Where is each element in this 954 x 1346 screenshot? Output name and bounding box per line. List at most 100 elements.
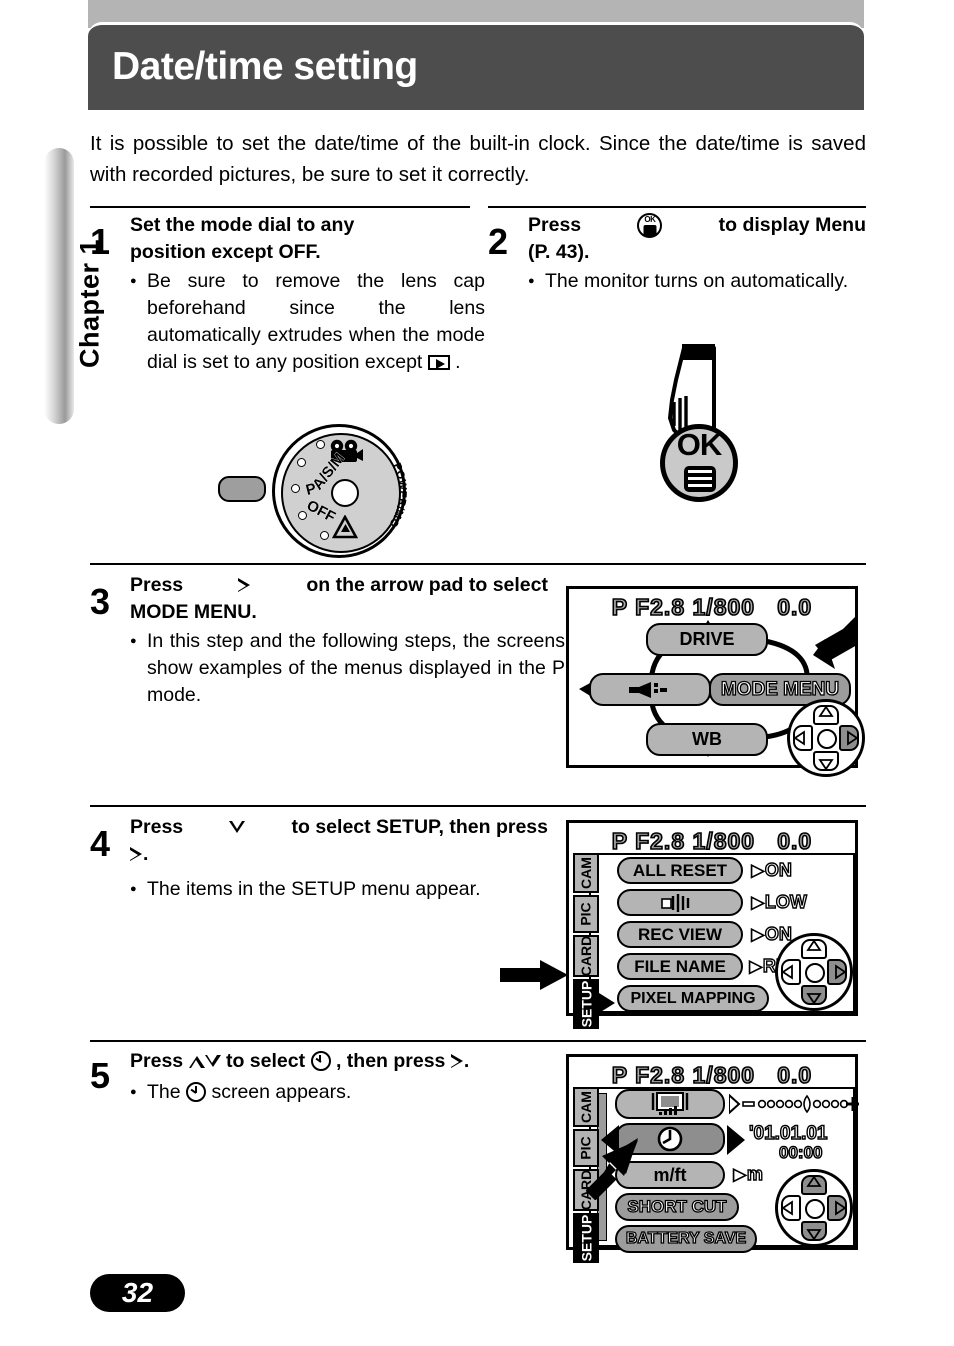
step-3-title-line1: Press on the arrow pad to select [130, 572, 548, 599]
step-3-title-b: on the arrow pad to select [306, 574, 548, 596]
lcd4-value-all-reset: ▷ON [751, 859, 793, 880]
lcd4-tab-pic-label: PIC [578, 902, 594, 926]
lcd-screen-step4: P F2.8 1/800 0.0 CAM PIC CARD SETUP ALL … [566, 820, 858, 1029]
arrow-right-icon-5 [450, 1054, 464, 1069]
lcd4-item-rec-view[interactable]: REC VIEW [617, 921, 743, 948]
playback-icon [427, 355, 450, 370]
step-4-title-line2: . [130, 841, 550, 868]
step-2: 2 Press OK to display Menu (P. 43). The … [488, 212, 866, 295]
lcd4-tab-card[interactable]: CARD [573, 935, 599, 977]
lcd3-arrow-pad[interactable] [787, 699, 865, 777]
lcd4-mode: P [611, 827, 628, 855]
step-3-title-line2: MODE MENU. [130, 601, 257, 623]
divider-step1 [90, 206, 470, 208]
ok-button-label: OK [676, 427, 723, 462]
step-5: 5 Press to select , then press . The scr… [90, 1048, 550, 1106]
step-3-title-a: Press [130, 574, 184, 596]
lcd5-value-date: '01.01.01 [748, 1122, 828, 1144]
intro-paragraph: It is possible to set the date/time of t… [90, 132, 866, 186]
lcd5-tab-cam-label: CAM [578, 1091, 595, 1123]
step-1-title-line1: Set the mode dial to any [130, 214, 355, 236]
step-5-title-line1: Press to select , then press . [130, 1048, 550, 1075]
lcd5-tab-cam[interactable]: CAM [573, 1087, 599, 1127]
lcd4-exposure: 0.0 [776, 827, 813, 855]
arrow-right-icon-2 [130, 847, 143, 862]
lcd4-tab-cam[interactable]: CAM [573, 853, 599, 893]
lcd4-tab-pic[interactable]: PIC [573, 895, 599, 933]
lcd4-status-bar: P F2.8 1/800 0.0 [569, 827, 855, 855]
lcd5-mode: P [611, 1061, 628, 1089]
lcd3-drive-pill[interactable]: DRIVE [646, 623, 768, 656]
step-5-title-c: , then press [335, 1050, 446, 1072]
dial-knob [218, 476, 266, 502]
step-1-bullet-text2: except [364, 351, 423, 373]
step-4-bullet: The items in the SETUP menu appear. [130, 876, 565, 903]
lcd5-tab-setup[interactable]: SETUP [573, 1213, 599, 1263]
step-1-bullet-text3: . [455, 351, 461, 373]
lcd4-value-beep: ▷LOW [751, 891, 808, 912]
lcd4-tab-setup-label: SETUP [578, 980, 594, 1028]
ok-button-graphic[interactable]: OK [660, 424, 738, 502]
pad-direction-glyphs-5 [781, 1175, 847, 1241]
lcd5-clock-right-marker [727, 1125, 745, 1155]
lcd4-item-pixel-mapping[interactable]: PIXEL MAPPING [617, 985, 769, 1012]
step-4-title-a: Press [130, 816, 184, 838]
step-2-title-a: Press [528, 214, 582, 236]
ok-button-illustration: OK [650, 340, 770, 520]
page-number-badge: 32 [90, 1274, 185, 1312]
lcd4-value-beep-text: LOW [764, 891, 807, 912]
lcd5-brightness-slider[interactable] [729, 1093, 859, 1115]
lcd5-item-brightness[interactable] [615, 1089, 725, 1119]
lcd5-value-mft-text: m [746, 1163, 763, 1184]
step-5-bullet-b: screen appears. [211, 1081, 352, 1103]
pad-direction-glyphs [793, 705, 859, 771]
pad-direction-glyphs-4 [781, 939, 847, 1005]
step-1: 1 Set the mode dial to any position exce… [90, 212, 485, 376]
lcd4-tab-pointer [599, 993, 615, 1013]
monitor-brightness-icon [651, 1092, 689, 1115]
ok-button-icon: OK [637, 213, 663, 238]
lcd4-arrow-pad[interactable] [775, 933, 853, 1011]
step-3-number: 3 [90, 581, 111, 622]
lcd4-aperture: F2.8 [634, 827, 686, 855]
lcd4-item-all-reset[interactable]: ALL RESET [617, 857, 743, 884]
step-2-title-line2: (P. 43). [528, 241, 590, 263]
menu-list-icon [684, 466, 716, 492]
lcd4-item-file-name[interactable]: FILE NAME [617, 953, 743, 980]
lcd5-item-battery-save[interactable]: BATTERY SAVE [615, 1225, 757, 1253]
step-2-number: 2 [488, 221, 509, 262]
lcd5-shutter: 1/800 [692, 1061, 756, 1089]
page-title: Date/time setting [112, 45, 418, 88]
arrow-up-icon [188, 1055, 205, 1068]
lcd4-tab-setup[interactable]: SETUP [573, 979, 599, 1029]
lcd4-tab-cam-label: CAM [578, 857, 595, 889]
lcd5-status-bar: P F2.8 1/800 0.0 [569, 1061, 855, 1089]
lcd4-item-beep[interactable] [617, 889, 743, 916]
step-4-title-line1: Press to select SETUP, then press [130, 814, 548, 841]
ok-icon-text: OK [644, 215, 656, 224]
step-1-bullet: Be sure to remove the lens cap beforehan… [130, 268, 485, 376]
svg-text:POWER/MODE DIAL: POWER/MODE DIAL [271, 423, 407, 530]
clock-icon-2 [186, 1082, 207, 1102]
step5-callout-arrow [586, 1138, 638, 1200]
step-2-bullet: The monitor turns on automatically. [528, 268, 875, 295]
step-5-bullet: The screen appears. [130, 1079, 565, 1106]
step-4-title-c: . [143, 843, 149, 865]
lcd3-callout-arrow [813, 615, 857, 669]
lcd5-aperture: F2.8 [634, 1061, 686, 1089]
step-2-title-line1: Press OK to display Menu [528, 212, 866, 239]
step-2-title-b: to display Menu [718, 214, 866, 236]
mode-dial-illustration: A/S/M P OFF POWER/MODE DIAL [218, 423, 428, 558]
step4-callout-arrow [500, 960, 568, 990]
page-header: Date/time setting [88, 22, 864, 110]
lcd3-flash-pill[interactable] [589, 673, 711, 706]
arrow-down-icon [229, 821, 246, 834]
step-3-bullet: In this step and the following steps, th… [130, 628, 565, 709]
divider-step5 [90, 1040, 866, 1042]
step-3: 3 Press on the arrow pad to select MODE … [90, 572, 565, 709]
lcd5-arrow-pad[interactable] [775, 1169, 853, 1247]
lcd4-value-all-reset-text: ON [764, 859, 792, 880]
arrow-right-icon [238, 578, 251, 593]
lcd5-value-time: 00:00 [778, 1142, 823, 1162]
lcd3-wb-pill[interactable]: WB [646, 723, 768, 756]
